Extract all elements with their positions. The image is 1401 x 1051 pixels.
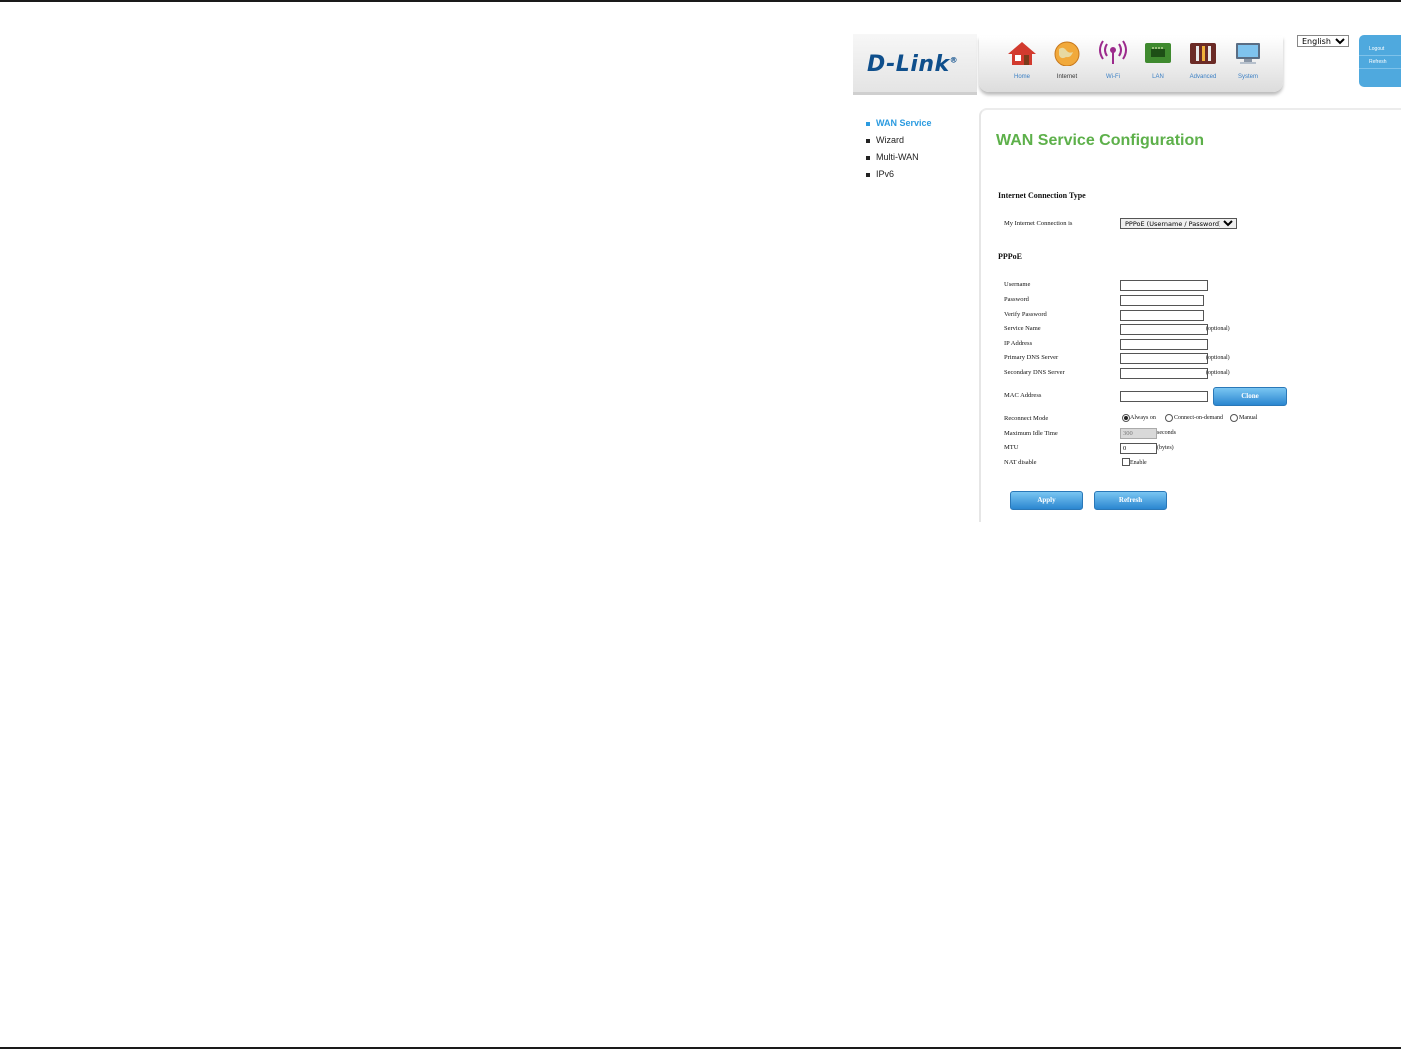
nav-system[interactable]: System <box>1227 40 1269 84</box>
apply-button[interactable]: Apply <box>1010 491 1083 510</box>
username-input[interactable] <box>1120 280 1208 291</box>
refresh-link[interactable]: Refresh <box>1359 56 1401 69</box>
home-icon <box>1008 42 1036 65</box>
password-input[interactable] <box>1120 295 1204 306</box>
menu-item-ipv6[interactable]: IPv6 <box>866 169 976 186</box>
mac-address-label: MAC Address <box>1004 392 1042 399</box>
dlink-logo: D-Link® <box>867 52 959 77</box>
max-idle-unit: seconds <box>1157 430 1176 436</box>
nav-lan[interactable]: LAN <box>1137 40 1179 84</box>
tools-icon <box>1190 43 1216 64</box>
logout-link[interactable]: Logout <box>1359 43 1401 56</box>
nat-enable-label: Enable <box>1130 460 1147 466</box>
ip-address-input[interactable] <box>1120 339 1208 350</box>
left-menu: WAN Service Wizard Multi-WAN IPv6 <box>866 118 976 186</box>
radio-connect-on-demand[interactable] <box>1165 414 1173 422</box>
router-admin-ui: D-Link® Home Internet Wi-Fi LAN Advanced… <box>853 26 1401 522</box>
lan-icon <box>1145 43 1171 63</box>
nav-wifi[interactable]: Wi-Fi <box>1092 40 1134 84</box>
reconnect-mode-label: Reconnect Mode <box>1004 415 1049 422</box>
top-rule <box>0 0 1401 2</box>
mtu-input[interactable] <box>1120 443 1157 454</box>
service-name-label: Service Name <box>1004 325 1041 332</box>
username-label: Username <box>1004 281 1031 288</box>
globe-icon <box>1054 41 1080 66</box>
primary-dns-optional: (optional) <box>1206 355 1230 361</box>
primary-dns-label: Primary DNS Server <box>1004 354 1059 361</box>
language-select[interactable]: English <box>1297 35 1349 47</box>
wifi-icon <box>1099 40 1127 64</box>
secondary-dns-label: Secondary DNS Server <box>1004 369 1065 376</box>
primary-dns-input[interactable] <box>1120 353 1208 364</box>
connection-label: My Internet Connection is <box>1004 220 1073 227</box>
clone-button[interactable]: Clone <box>1213 387 1287 406</box>
password-label: Password <box>1004 296 1029 303</box>
nav-internet[interactable]: Internet <box>1046 40 1088 84</box>
secondary-dns-input[interactable] <box>1120 368 1208 379</box>
nav-home[interactable]: Home <box>1001 40 1043 84</box>
secondary-dns-optional: (optional) <box>1206 370 1230 376</box>
max-idle-input[interactable] <box>1120 428 1157 439</box>
section-connection-type: Internet Connection Type <box>998 191 1086 200</box>
menu-item-wan-service[interactable]: WAN Service <box>866 118 976 135</box>
nat-disable-checkbox[interactable] <box>1122 458 1130 466</box>
mtu-unit: (bytes) <box>1157 445 1174 451</box>
monitor-icon <box>1236 43 1260 64</box>
menu-item-multi-wan[interactable]: Multi-WAN <box>866 152 976 169</box>
manual-label: Manual <box>1239 415 1258 421</box>
radio-always-on[interactable] <box>1122 414 1130 422</box>
radio-manual[interactable] <box>1230 414 1238 422</box>
refresh-button[interactable]: Refresh <box>1094 491 1167 510</box>
top-nav: Home Internet Wi-Fi LAN Advanced System <box>979 36 1283 92</box>
service-name-optional: (optional) <box>1206 326 1230 332</box>
max-idle-label: Maximum Idle Time <box>1004 430 1058 437</box>
nat-disable-label: NAT disable <box>1004 459 1037 466</box>
session-tab: Logout Refresh <box>1359 35 1401 87</box>
verify-password-input[interactable] <box>1120 310 1204 321</box>
always-on-label: Always on <box>1130 415 1156 421</box>
mtu-label: MTU <box>1004 444 1019 451</box>
connect-on-demand-label: Connect-on-demand <box>1174 415 1223 421</box>
bottom-rule <box>0 1047 1401 1049</box>
page-title: WAN Service Configuration <box>996 132 1205 149</box>
menu-item-wizard[interactable]: Wizard <box>866 135 976 152</box>
verify-password-label: Verify Password <box>1004 311 1047 318</box>
nav-advanced[interactable]: Advanced <box>1182 40 1224 84</box>
connection-type-select[interactable]: PPPoE (Username / Password) <box>1120 218 1237 229</box>
ip-address-label: IP Address <box>1004 340 1033 347</box>
section-pppoe: PPPoE <box>998 252 1022 261</box>
content-panel: WAN Service Configuration Internet Conne… <box>979 108 1401 522</box>
logo-panel: D-Link® <box>853 34 977 95</box>
mac-address-input[interactable] <box>1120 391 1208 402</box>
service-name-input[interactable] <box>1120 324 1208 335</box>
